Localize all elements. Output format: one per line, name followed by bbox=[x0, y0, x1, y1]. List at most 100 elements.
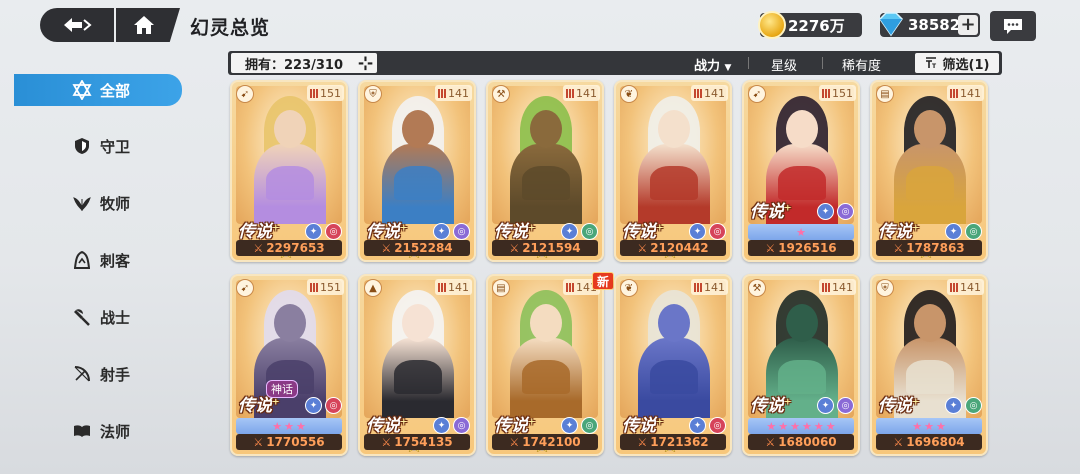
hero-outfit bbox=[522, 166, 570, 200]
sidebar-item-all[interactable]: 全部 bbox=[14, 74, 182, 106]
combat-power: ⚔ 1770556 bbox=[236, 434, 342, 450]
combat-power-value: 2120442 bbox=[650, 241, 709, 255]
hero-level-value: 141 bbox=[960, 280, 981, 294]
hero-level-value: 141 bbox=[832, 280, 853, 294]
home-icon bbox=[134, 16, 154, 34]
crossed-swords-icon: ⚔ bbox=[637, 241, 648, 255]
element-icon: ✦ bbox=[689, 417, 706, 434]
hero-level-value: 141 bbox=[704, 280, 725, 294]
hero-face bbox=[274, 110, 306, 148]
sidebar-item-assassin[interactable]: 刺客 bbox=[14, 245, 182, 275]
sidebar-item-label: 全部 bbox=[100, 81, 131, 100]
gem-counter: 38582 + bbox=[879, 12, 980, 37]
sidebar-item-mage[interactable]: 法师 bbox=[14, 416, 182, 446]
rarity-label: 传说+ bbox=[878, 217, 920, 242]
divider bbox=[822, 57, 823, 69]
element-icon: ✦ bbox=[561, 417, 578, 434]
sort-power-button[interactable]: 战力 ▼ bbox=[694, 55, 731, 74]
hero-card[interactable]: ▲ 141 传说+ ✦ ◎ ⚔ 1754135 bbox=[358, 274, 476, 456]
hero-outfit bbox=[906, 166, 954, 200]
combat-power-value: 1926516 bbox=[778, 241, 837, 255]
hero-card[interactable]: ⚒ 141 传说+ ✦ ◎ ⚔ 2121594 bbox=[486, 80, 604, 262]
element-icon: ✦ bbox=[433, 417, 450, 434]
hero-level-value: 151 bbox=[832, 86, 853, 100]
hero-card[interactable]: ▤ 141 传说+ ✦ ◎ ⚔ 1787863 bbox=[870, 80, 988, 262]
gem-amount: 38582 bbox=[908, 16, 961, 34]
rarity-plus-icon: + bbox=[400, 417, 408, 428]
expand-slots-button[interactable]: ⊹ bbox=[358, 53, 373, 74]
hero-outfit bbox=[394, 360, 442, 394]
rarity-text: 传说 bbox=[238, 222, 272, 242]
back-button[interactable] bbox=[40, 8, 114, 42]
element-icon: ◎ bbox=[581, 223, 598, 240]
element-icons: ✦ ◎ bbox=[817, 397, 854, 414]
hero-outfit bbox=[394, 166, 442, 200]
class-bow-icon: ➹ bbox=[748, 85, 766, 103]
rarity-plus-icon: + bbox=[784, 203, 792, 214]
element-icons: ✦ ◎ bbox=[945, 397, 982, 414]
crossed-swords-icon: ⚔ bbox=[253, 435, 264, 449]
sort-stars-button[interactable]: 星级 bbox=[771, 55, 797, 74]
class-axe-icon: ⚒ bbox=[748, 279, 766, 297]
hero-portrait bbox=[876, 86, 982, 224]
element-icons: ✦ ◎ bbox=[689, 417, 726, 434]
hero-face bbox=[914, 110, 946, 148]
class-bow-icon: ➹ bbox=[236, 279, 254, 297]
rarity-plus-icon: + bbox=[912, 223, 920, 234]
hero-face bbox=[786, 304, 818, 342]
filter-bar: 拥有：223/310 ⊹ 战力 ▼ 星级 稀有度 T 筛选(1) bbox=[228, 51, 1002, 75]
add-gems-button[interactable]: + bbox=[958, 15, 978, 35]
leaf-icon bbox=[72, 193, 92, 213]
hero-card[interactable]: ⚒ 141 传说+ ✦ ◎ ⚔ 1680060 ★ ★ ★ ★ ★ ★ bbox=[742, 274, 860, 456]
star-icon: ★ bbox=[766, 419, 777, 433]
sidebar-item-label: 射手 bbox=[100, 365, 131, 384]
hero-card[interactable]: ➹ 151 传说+ ✦ ◎ ⚔ 1770556 ★ ★ ★ 神话 bbox=[230, 274, 348, 456]
level-bars-icon bbox=[950, 88, 958, 98]
class-book-icon: ▤ bbox=[492, 279, 510, 297]
sidebar-item-warrior[interactable]: 战士 bbox=[14, 302, 182, 332]
hero-card[interactable]: ❦ 141 传说+ ✦ ◎ ⚔ 2120442 bbox=[614, 80, 732, 262]
svg-text:T: T bbox=[932, 63, 937, 69]
hero-card[interactable]: ❦ 141 传说+ ✦ ◎ ⚔ 1721362 bbox=[614, 274, 732, 456]
sidebar-item-label: 牧师 bbox=[100, 194, 131, 213]
hero-card[interactable]: ➹ 151 传说+ ✦ ◎ ⚔ 2297653 bbox=[230, 80, 348, 262]
hero-face bbox=[402, 304, 434, 342]
hero-card[interactable]: ⛨ 141 传说+ ✦ ◎ ⚔ 1696804 ★ ★ ★ bbox=[870, 274, 988, 456]
chat-button[interactable] bbox=[990, 11, 1036, 41]
hero-card[interactable]: ⛨ 141 传说+ ✦ ◎ ⚔ 2152284 bbox=[358, 80, 476, 262]
star-rating: ★ ★ ★ bbox=[236, 418, 342, 434]
hero-outfit bbox=[778, 360, 826, 394]
sort-rarity-button[interactable]: 稀有度 bbox=[842, 55, 881, 74]
hero-card[interactable]: ▤ 141 传说+ ✦ ◎ ⚔ 1742100 bbox=[486, 274, 604, 456]
sidebar-item-archer[interactable]: 射手 bbox=[14, 359, 182, 389]
sidebar-item-label: 刺客 bbox=[100, 251, 131, 270]
combat-power-value: 1721362 bbox=[650, 435, 709, 449]
rarity-label: 传说+ bbox=[238, 217, 280, 242]
star-icon: ★ bbox=[813, 419, 824, 433]
home-button[interactable] bbox=[116, 8, 180, 42]
hero-level-value: 141 bbox=[448, 86, 469, 100]
filter-button[interactable]: T 筛选(1) bbox=[915, 53, 999, 73]
diamond-icon bbox=[879, 12, 903, 37]
level-bars-icon bbox=[822, 282, 830, 292]
hero-level: 141 bbox=[947, 85, 984, 101]
element-icon: ✦ bbox=[561, 223, 578, 240]
owned-count: 拥有：223/310 bbox=[245, 57, 344, 73]
element-icon: ◎ bbox=[837, 397, 854, 414]
sidebar-item-guard[interactable]: 守卫 bbox=[14, 131, 182, 161]
caret-down-icon: ▼ bbox=[724, 63, 732, 73]
hero-level: 141 bbox=[563, 85, 600, 101]
star-icon: ★ bbox=[796, 225, 806, 239]
level-bars-icon bbox=[310, 282, 318, 292]
divider bbox=[748, 57, 749, 69]
rarity-plus-icon: + bbox=[272, 223, 280, 234]
star-icon: ★ bbox=[778, 419, 789, 433]
crossed-swords-icon: ⚔ bbox=[893, 241, 904, 255]
combat-power-value: 1680060 bbox=[778, 435, 837, 449]
hero-card[interactable]: ➹ 151 传说+ ✦ ◎ ⚔ 1926516 ★ bbox=[742, 80, 860, 262]
sidebar-item-priest[interactable]: 牧师 bbox=[14, 188, 182, 218]
combat-power-value: 2152284 bbox=[394, 241, 453, 255]
combat-power: ⚔ 1754135 bbox=[364, 434, 470, 450]
rarity-text: 传说 bbox=[878, 396, 912, 416]
owned-count-box: 拥有：223/310 ⊹ bbox=[231, 53, 377, 74]
